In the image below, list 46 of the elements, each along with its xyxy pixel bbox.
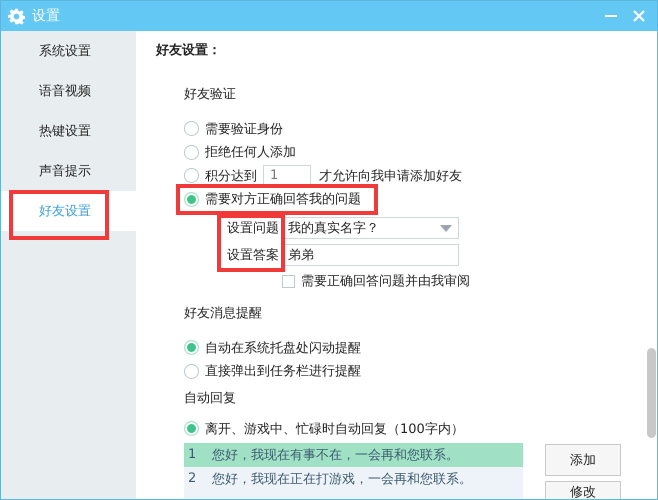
sidebar-item[interactable]: 声音提示: [1, 151, 136, 191]
option-label: 需要对方正确回答我的问题: [205, 191, 361, 208]
radio-button[interactable]: [184, 144, 199, 160]
reply-text: 您好，我现在有事不在，一会再和您联系。: [212, 446, 459, 464]
radio-button[interactable]: [184, 364, 199, 379]
sidebar-item[interactable]: 语音视频: [1, 71, 136, 111]
caret-icon: [440, 224, 452, 232]
option-label: 拒绝任何人添加: [205, 144, 296, 162]
section-title: 好友消息提醒: [184, 305, 263, 323]
action-button[interactable]: 添加: [545, 444, 621, 476]
row-number: 2: [187, 471, 198, 486]
section-title: 好友验证: [184, 86, 237, 104]
dropdown-value: 我的真实名字？: [288, 220, 379, 237]
list-item[interactable]: 2 您好，我现在正在打游戏，一会再和您联系。: [184, 466, 523, 490]
list-item[interactable]: 1 您好，我现在有事不在，一会再和您联系。: [184, 442, 523, 466]
option-label: 积分达到: [205, 168, 257, 185]
section-heading: 好友设置：: [156, 42, 222, 60]
window-title: 设置: [32, 7, 61, 25]
action-button[interactable]: 修改: [545, 480, 621, 499]
option-label: 直接弹出到任务栏进行提醒: [205, 363, 361, 380]
scrollbar-thumb[interactable]: [647, 348, 656, 438]
close-icon: [631, 8, 647, 24]
minimize-icon: [605, 15, 617, 17]
option-label: 自动在系统托盘处闪动提醒: [205, 340, 361, 357]
section-title: 自动回复: [184, 390, 237, 408]
option-label: 需要验证身份: [205, 120, 283, 138]
option-label: 才允许向我申请添加好友: [319, 168, 462, 185]
close-button[interactable]: [631, 8, 647, 24]
checkbox-label: 需要正确回答问题并由我审阅: [301, 273, 470, 290]
dropdown[interactable]: 我的真实名字？: [282, 217, 459, 239]
checkbox[interactable]: [282, 274, 295, 288]
input-field[interactable]: 1: [263, 164, 311, 187]
radio-button[interactable]: [184, 421, 199, 436]
radio-button[interactable]: [184, 192, 199, 207]
radio-button[interactable]: [184, 168, 199, 184]
radio-button[interactable]: [184, 340, 199, 356]
row-number: 1: [187, 447, 198, 462]
sidebar-item[interactable]: 热键设置: [1, 111, 136, 151]
settings-icon: [8, 8, 25, 24]
sidebar-item[interactable]: 系统设置: [1, 31, 136, 71]
option-label: 离开、游戏中、忙碌时自动回复（100字内）: [205, 420, 464, 438]
reply-text: 您好，我现在正在打游戏，一会再和您联系。: [212, 470, 472, 488]
input-field[interactable]: 弟弟: [282, 244, 459, 266]
field-label: 设置答案: [226, 247, 280, 264]
field-label: 设置问题: [226, 220, 280, 237]
radio-button[interactable]: [184, 121, 199, 136]
